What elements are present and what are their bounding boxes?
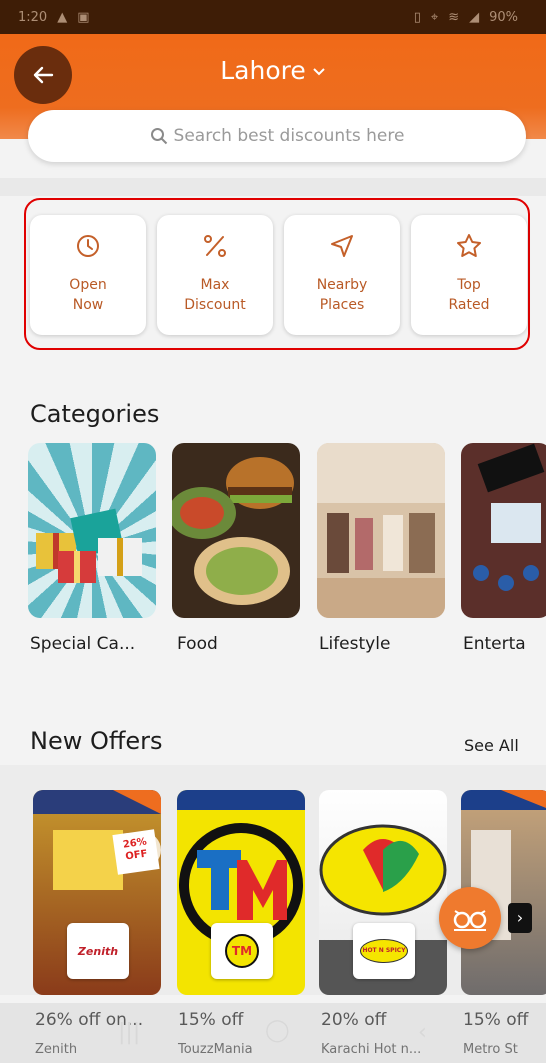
home-icon[interactable]: ◯ xyxy=(265,1018,290,1043)
category-label: Enterta xyxy=(463,634,526,654)
gift-boxes-image xyxy=(36,508,142,583)
filter-label: Top Rated xyxy=(448,277,490,313)
status-time: 1:20 xyxy=(18,9,48,25)
notification-icon: ▲ xyxy=(57,9,68,25)
category-lifestyle-card[interactable] xyxy=(317,443,445,618)
wifi-icon: ≋ xyxy=(448,9,460,25)
filter-label: Max Discount xyxy=(184,277,246,313)
divider-band xyxy=(0,178,546,196)
merchant-logo: HOT N SPICY xyxy=(353,923,415,979)
category-label: Special Ca... xyxy=(30,634,136,654)
carousel-next-icon[interactable]: › xyxy=(508,903,532,933)
location-icon: ⌖ xyxy=(430,9,439,25)
see-all-link[interactable]: See All xyxy=(464,736,519,755)
percent-icon xyxy=(201,231,229,261)
discount-badge: 26% OFF xyxy=(112,829,160,875)
search-placeholder: Search best discounts here xyxy=(173,126,405,146)
search-icon xyxy=(150,128,167,145)
star-icon xyxy=(455,231,483,261)
status-left: 1:20 ▲ ▣ xyxy=(18,10,90,25)
quick-filters: Open Now Max Discount Nearby Places Top Rate… xyxy=(24,198,530,350)
chevron-down-icon xyxy=(313,67,325,75)
status-bar: 1:20 ▲ ▣ ▯ ⌖ ≋ ◢ 90% xyxy=(0,0,546,34)
offer-card-karachi-hot-n-spicy[interactable]: HOT N SPICY xyxy=(319,790,447,995)
clock-icon xyxy=(75,231,101,261)
category-food-card[interactable] xyxy=(172,443,300,618)
category-special-card[interactable] xyxy=(28,443,156,618)
screenshot-icon: ▣ xyxy=(77,9,90,25)
entertainment-image xyxy=(473,443,545,591)
battery-level: 90% xyxy=(489,9,518,25)
filter-open-now[interactable]: Open Now xyxy=(30,215,146,335)
vibrate-icon: ▯ xyxy=(413,9,421,25)
merchant-logo: TM xyxy=(211,923,273,979)
city-name: Lahore xyxy=(220,56,306,85)
floating-offers-button[interactable] xyxy=(439,887,501,949)
merchant-logo: Zenith xyxy=(67,923,129,979)
city-selector[interactable]: Lahore xyxy=(0,56,546,85)
category-label: Lifestyle xyxy=(319,634,391,654)
offer-card-zenith[interactable]: 26% OFF Zenith xyxy=(33,790,161,995)
filter-top-rated[interactable]: Top Rated xyxy=(411,215,527,335)
categories-title: Categories xyxy=(30,400,160,428)
status-right: ▯ ⌖ ≋ ◢ 90% xyxy=(414,10,518,25)
filter-nearby-places[interactable]: Nearby Places xyxy=(284,215,400,335)
signal-icon: ◢ xyxy=(469,9,480,25)
filter-label: Open Now xyxy=(69,277,107,313)
recent-apps-icon[interactable]: ||| xyxy=(118,1020,140,1045)
offer-card-touzzmania[interactable]: TM xyxy=(177,790,305,995)
store-interior-image xyxy=(317,443,445,618)
nav-back-icon[interactable]: ‹ xyxy=(418,1020,427,1045)
glasses-icon xyxy=(453,910,487,931)
filter-max-discount[interactable]: Max Discount xyxy=(157,215,273,335)
food-image xyxy=(172,457,294,605)
new-offers-title: New Offers xyxy=(30,727,163,755)
search-bar[interactable]: Search best discounts here xyxy=(28,110,526,162)
category-entertainment-card[interactable] xyxy=(461,443,546,618)
navigation-arrow-icon xyxy=(329,231,355,261)
category-label: Food xyxy=(177,634,218,654)
filter-label: Nearby Places xyxy=(316,277,368,313)
